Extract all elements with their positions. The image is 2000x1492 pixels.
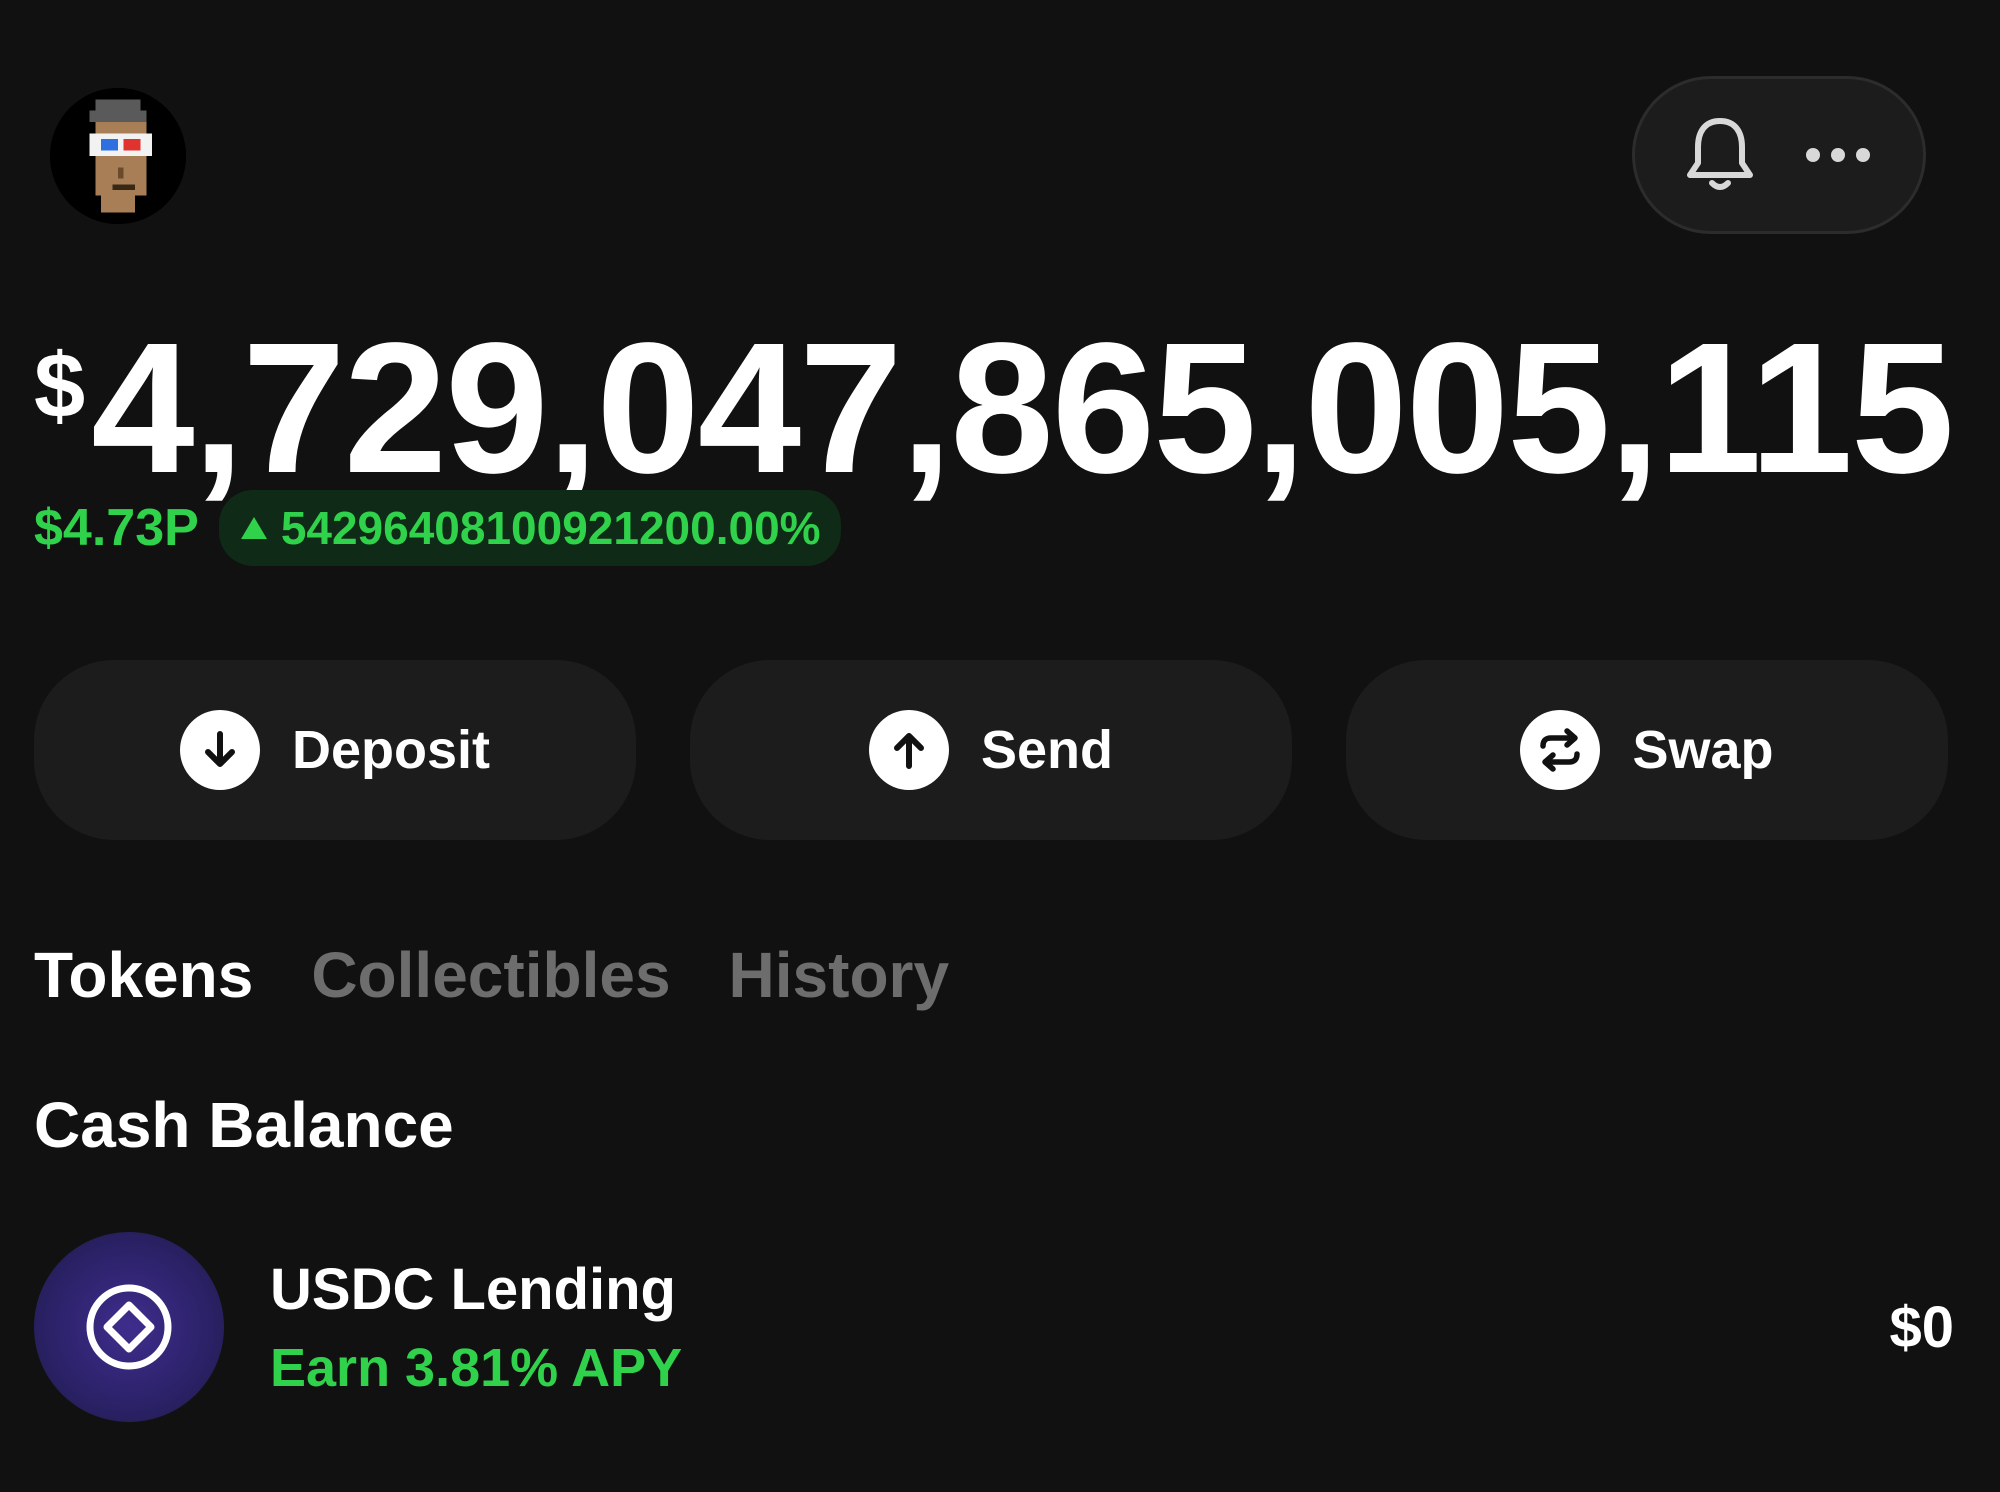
tab-bar: Tokens Collectibles History xyxy=(34,938,949,1012)
usdc-lending-icon xyxy=(34,1232,224,1422)
arrow-down-icon xyxy=(179,710,260,790)
notifications-button[interactable] xyxy=(1675,110,1765,200)
balance-amount: 4,729,047,865,005,115 xyxy=(91,305,1954,512)
avatar[interactable] xyxy=(50,88,186,224)
deposit-button[interactable]: Deposit xyxy=(34,660,636,840)
more-options-button[interactable] xyxy=(1793,110,1883,200)
header-actions xyxy=(1632,76,1926,234)
tab-collectibles[interactable]: Collectibles xyxy=(311,938,670,1012)
more-horizontal-icon xyxy=(1806,148,1870,162)
token-name: USDC Lending xyxy=(270,1256,676,1322)
token-apy: Earn 3.81% APY xyxy=(270,1337,683,1398)
arrow-up-icon xyxy=(868,710,949,790)
action-buttons: Deposit Send Swap xyxy=(34,660,1948,840)
change-percent-badge: 54296408100921200.00% xyxy=(218,490,841,566)
send-button[interactable]: Send xyxy=(690,660,1292,840)
balance-change: $4.73P 54296408100921200.00% xyxy=(34,490,841,566)
pixel-punk-avatar-icon xyxy=(50,88,186,224)
send-label: Send xyxy=(980,720,1114,780)
token-value: $0 xyxy=(1889,1294,1954,1360)
section-title-cash-balance: Cash Balance xyxy=(34,1089,454,1161)
wallet-screen: $ 4,729,047,865,005,115 $4.73P 542964081… xyxy=(0,0,2000,1492)
up-arrow-icon xyxy=(240,517,267,539)
total-balance: $ 4,729,047,865,005,115 xyxy=(34,305,1954,512)
tab-history[interactable]: History xyxy=(729,938,950,1012)
deposit-label: Deposit xyxy=(291,720,491,780)
bell-icon xyxy=(1687,118,1753,190)
currency-symbol: $ xyxy=(34,335,86,437)
tab-tokens[interactable]: Tokens xyxy=(34,938,253,1012)
swap-icon xyxy=(1520,710,1601,790)
list-item-usdc-lending[interactable]: USDC Lending Earn 3.81% APY $0 xyxy=(34,1232,1954,1422)
token-info: USDC Lending Earn 3.81% APY xyxy=(270,1256,682,1399)
swap-label: Swap xyxy=(1632,720,1774,780)
swap-button[interactable]: Swap xyxy=(1346,660,1948,840)
change-percent: 54296408100921200.00% xyxy=(280,502,821,554)
change-amount: $4.73P xyxy=(34,499,199,557)
